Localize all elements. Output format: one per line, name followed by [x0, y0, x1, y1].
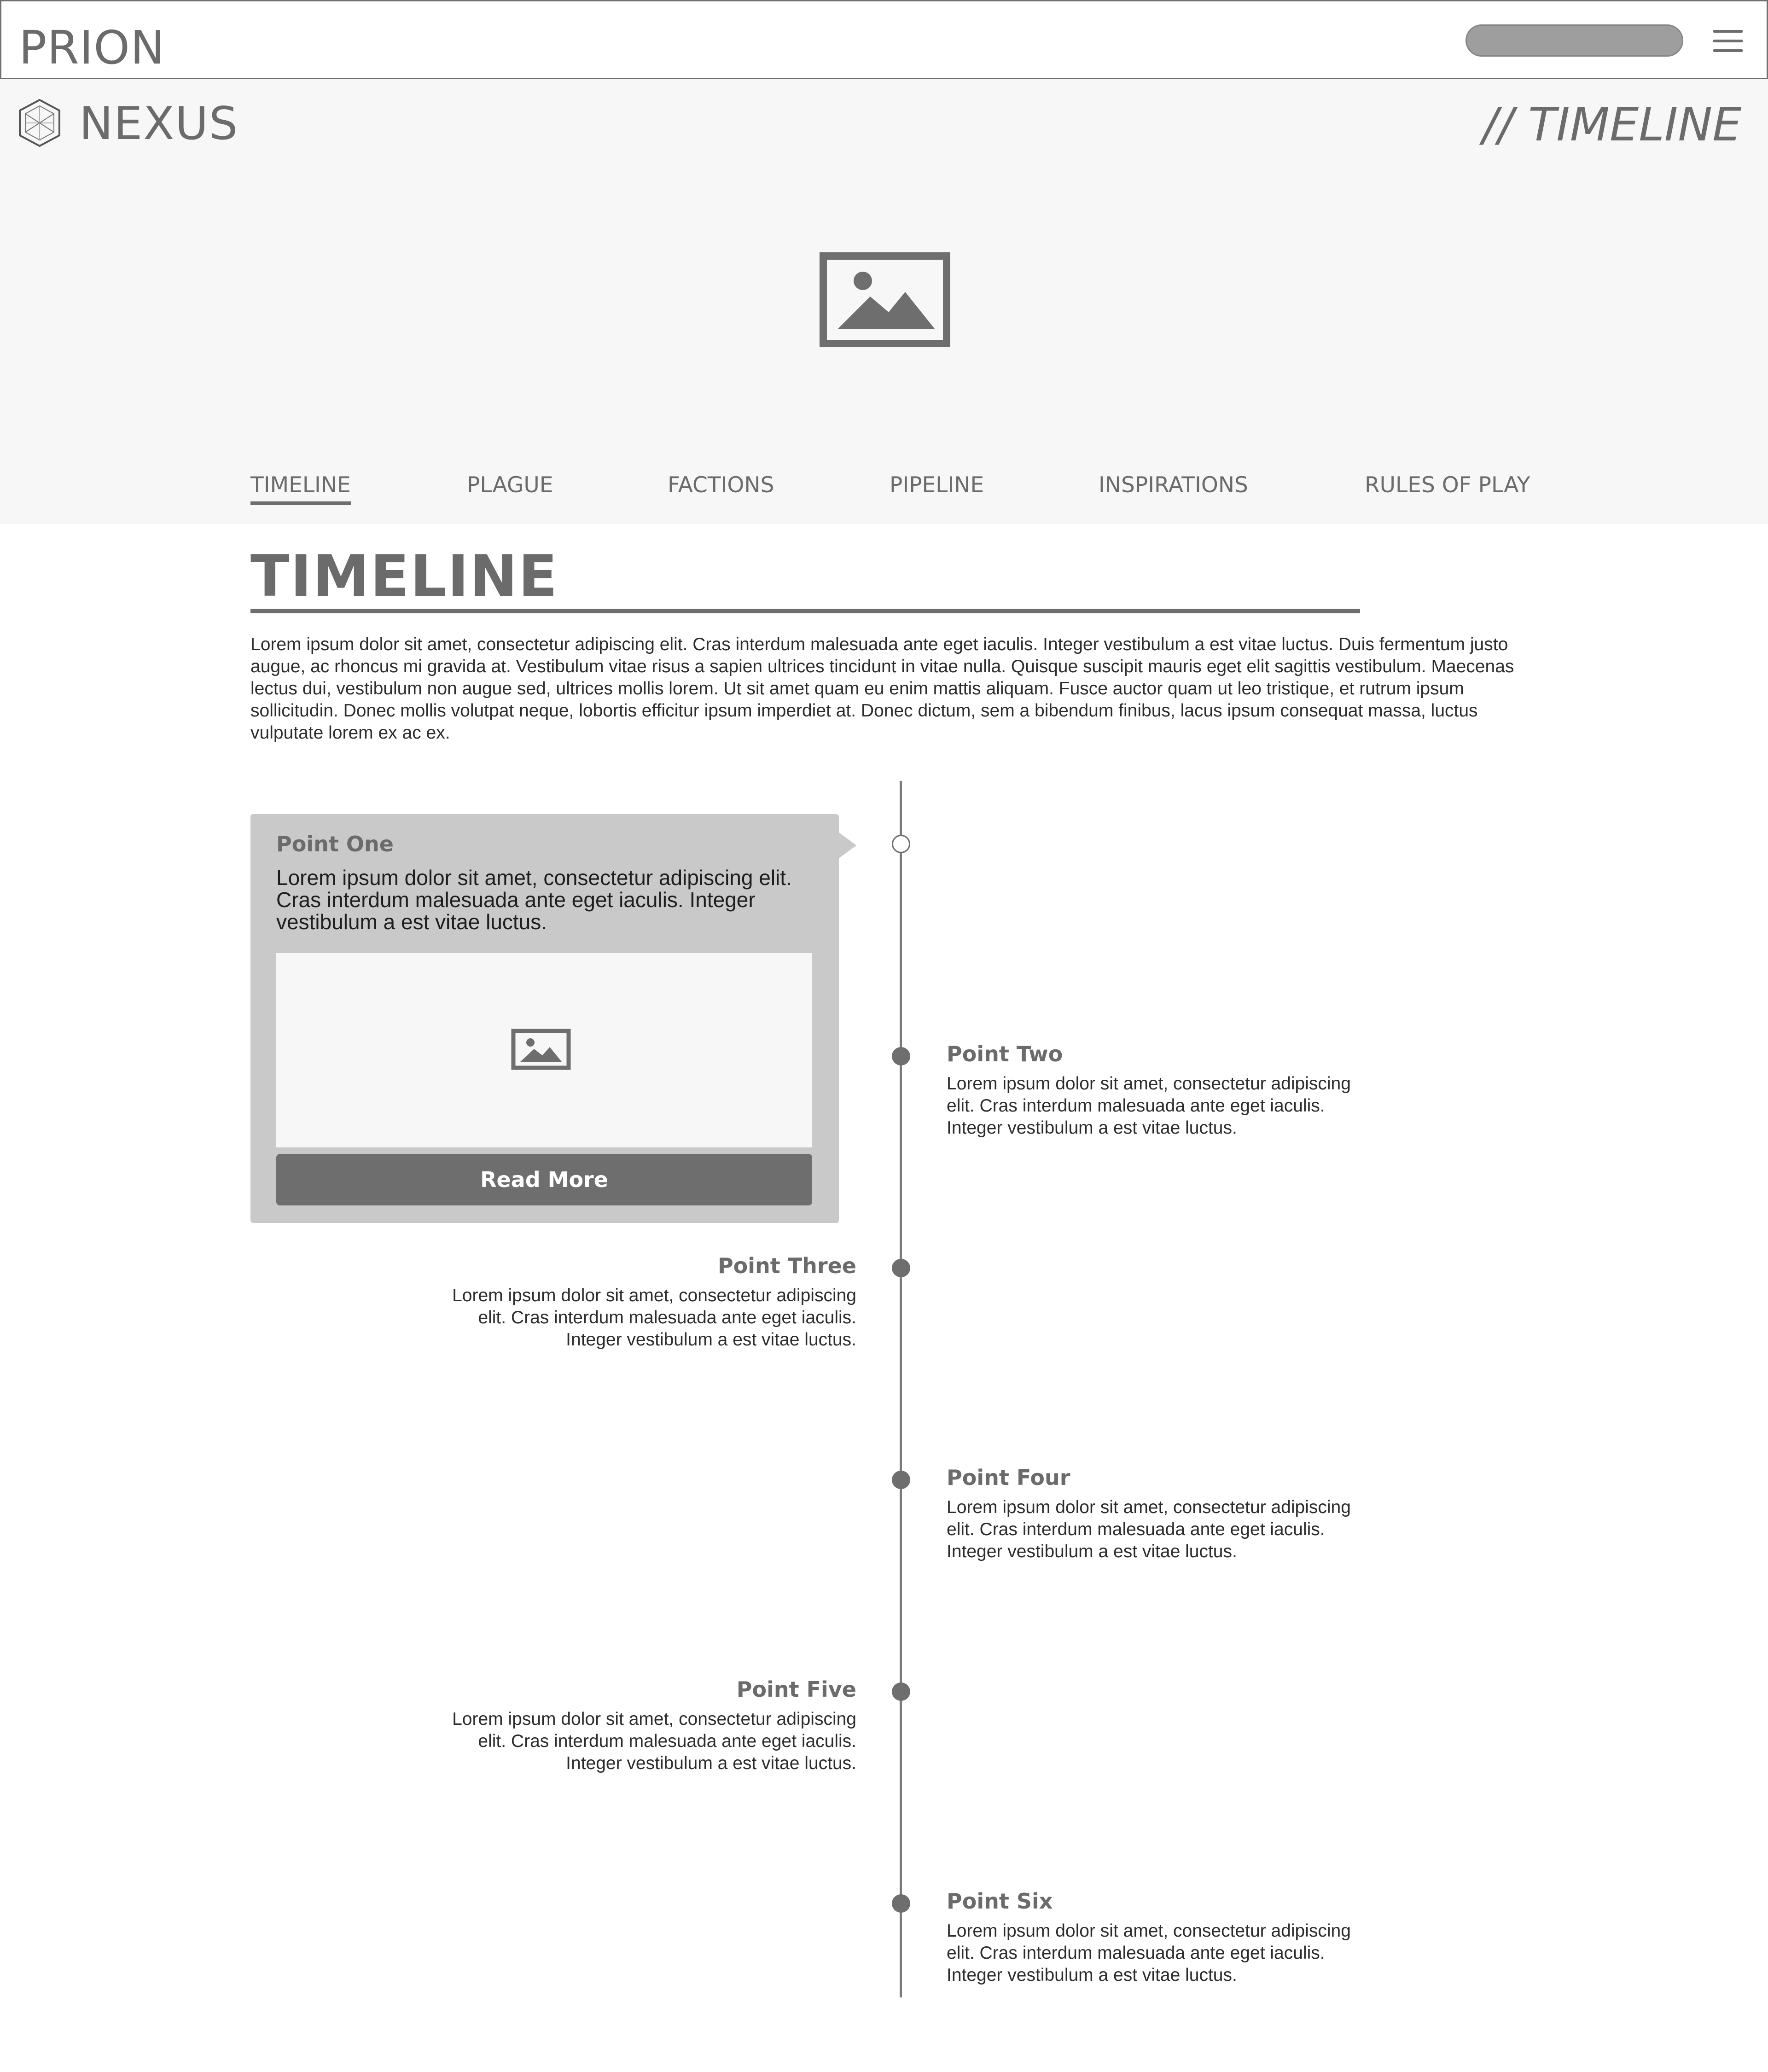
point-text: Lorem ipsum dolor sit amet, consectetur … — [947, 1074, 1351, 1138]
tab-inspirations[interactable]: INSPIRATIONS — [1099, 472, 1248, 498]
timeline-marker-5[interactable] — [892, 1682, 910, 1701]
timeline-marker-4[interactable] — [892, 1471, 910, 1489]
point-title: Point Five — [736, 1677, 856, 1702]
card-text: Lorem ipsum dolor sit amet, consectetur … — [276, 866, 792, 934]
page-title: TIMELINE — [250, 543, 558, 610]
hero-banner: NEXUS // TIMELINE TIMELINE PLAGUE FACTIO… — [0, 79, 1768, 524]
card-pointer — [839, 832, 856, 858]
hamburger-menu-icon[interactable] — [1713, 30, 1743, 52]
point-title: Point Four — [947, 1465, 1070, 1490]
main-nav: TIMELINE PLAGUE FACTIONS PIPELINE INSPIR… — [0, 466, 1768, 517]
image-placeholder-icon — [820, 252, 950, 347]
card-title: Point One — [276, 832, 394, 856]
point-text: Lorem ipsum dolor sit amet, consectetur … — [452, 1286, 856, 1350]
timeline-axis — [900, 781, 902, 1997]
timeline-marker-2[interactable] — [892, 1047, 910, 1065]
point-title: Point Six — [947, 1889, 1053, 1914]
tab-timeline[interactable]: TIMELINE — [250, 472, 351, 505]
page-label: // TIMELINE — [1483, 98, 1742, 151]
tab-pipeline[interactable]: PIPELINE — [890, 472, 984, 498]
point-text: Lorem ipsum dolor sit amet, consectetur … — [947, 1497, 1351, 1561]
tab-rules-of-play[interactable]: RULES OF PLAY — [1365, 472, 1530, 498]
point-title: Point Three — [717, 1253, 856, 1278]
read-more-button[interactable]: Read More — [276, 1154, 812, 1205]
timeline-point-3: Point Three Lorem ipsum dolor sit amet, … — [442, 1253, 856, 1351]
timeline-card-featured: Point One Lorem ipsum dolor sit amet, co… — [250, 814, 839, 1223]
title-divider — [250, 609, 1360, 613]
hexagon-logo-icon[interactable] — [17, 98, 63, 148]
intro-paragraph: Lorem ipsum dolor sit amet, consectetur … — [250, 634, 1514, 743]
card-image — [276, 953, 812, 1147]
point-text: Lorem ipsum dolor sit amet, consectetur … — [452, 1709, 856, 1773]
image-placeholder-icon — [511, 1029, 571, 1070]
timeline-marker-1[interactable] — [892, 835, 910, 853]
point-text: Lorem ipsum dolor sit amet, consectetur … — [947, 1921, 1351, 1985]
search-bar[interactable] — [1466, 24, 1683, 57]
top-bar: PRION — [0, 0, 1768, 79]
tab-plague[interactable]: PLAGUE — [467, 472, 553, 498]
timeline-point-6: Point Six Lorem ipsum dolor sit amet, co… — [947, 1889, 1361, 1986]
timeline-marker-3[interactable] — [892, 1259, 910, 1277]
timeline-point-4: Point Four Lorem ipsum dolor sit amet, c… — [947, 1465, 1361, 1563]
point-title: Point Two — [947, 1042, 1063, 1066]
tab-factions[interactable]: FACTIONS — [668, 472, 774, 498]
timeline-marker-6[interactable] — [892, 1894, 910, 1913]
timeline-point-5: Point Five Lorem ipsum dolor sit amet, c… — [442, 1677, 856, 1775]
timeline-point-2: Point Two Lorem ipsum dolor sit amet, co… — [947, 1042, 1361, 1139]
logo-text: NEXUS — [79, 98, 239, 150]
brand-name[interactable]: PRION — [19, 21, 165, 75]
